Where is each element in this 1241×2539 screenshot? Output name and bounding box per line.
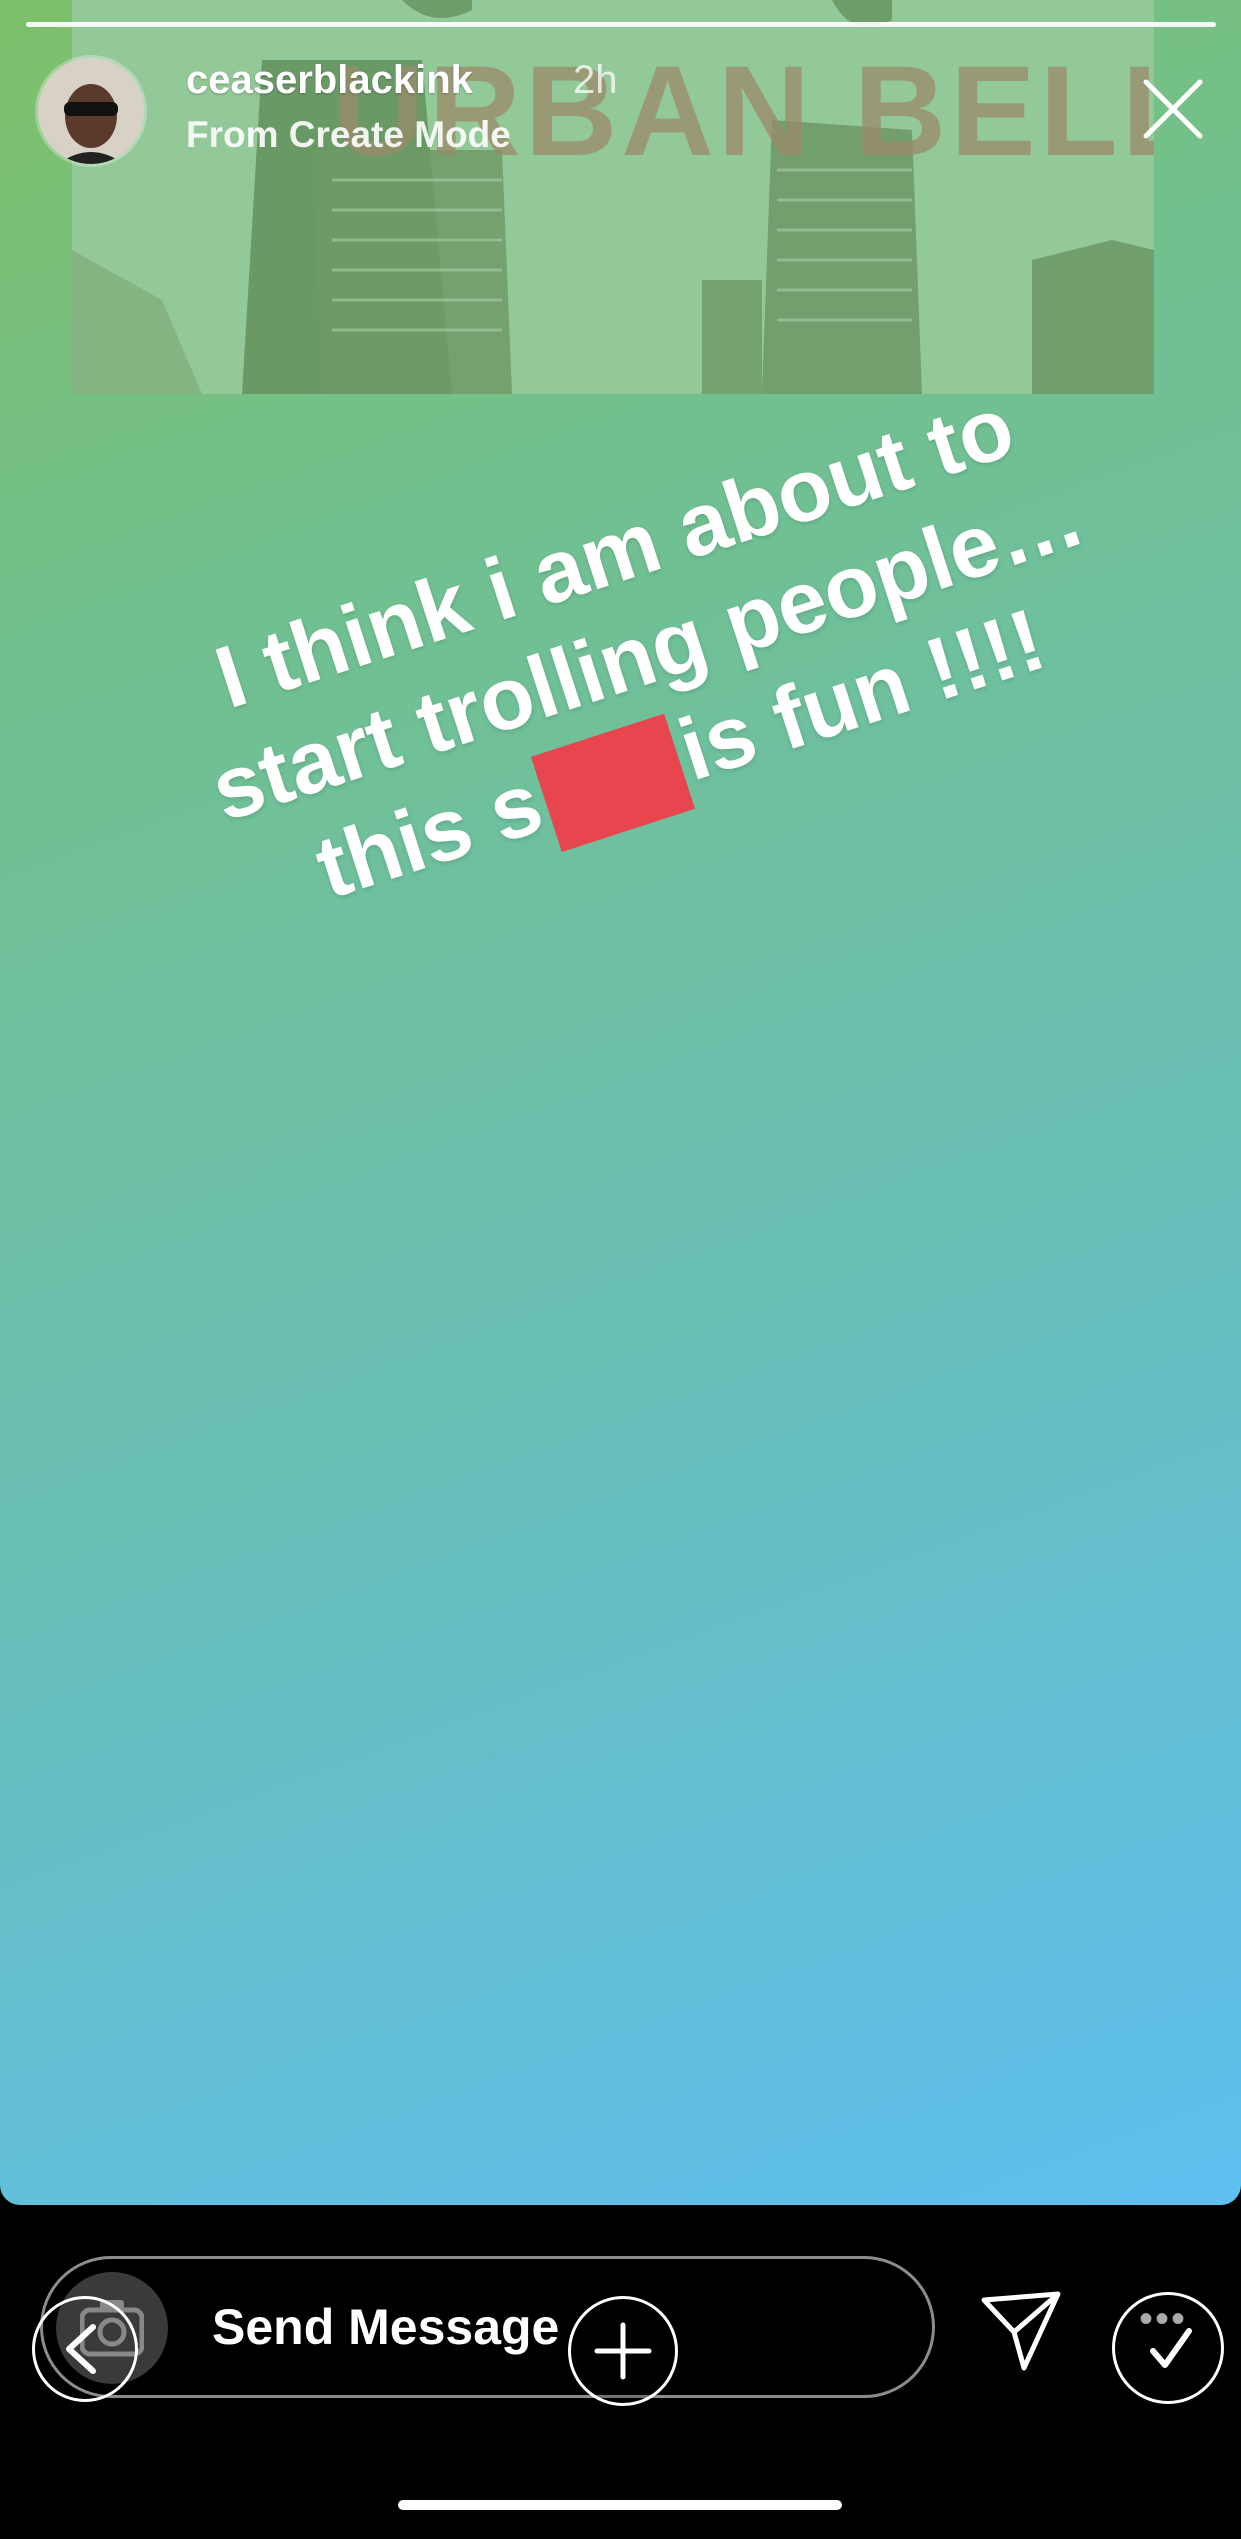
- avatar[interactable]: [38, 58, 144, 164]
- dots-icon: •••: [1139, 2297, 1188, 2341]
- add-icon: [594, 2322, 652, 2380]
- story-canvas[interactable]: URBAN BELLE ceaserblackink 2h From Creat…: [0, 0, 1241, 2205]
- profile-photo-icon: [38, 58, 144, 164]
- back-icon: [66, 2324, 96, 2374]
- close-button[interactable]: [1140, 76, 1206, 142]
- close-friends-check-button[interactable]: •••: [1112, 2292, 1224, 2404]
- add-button[interactable]: [568, 2296, 678, 2406]
- progress-segment: [26, 22, 1216, 27]
- back-button[interactable]: [32, 2296, 138, 2402]
- post-time: 2h: [573, 58, 618, 102]
- story-progress-bar: [26, 22, 1216, 27]
- story-subtitle[interactable]: From Create Mode: [186, 114, 511, 156]
- direct-share-icon: [981, 2291, 1061, 2371]
- home-indicator: [398, 2500, 842, 2510]
- send-message-placeholder[interactable]: Send Message: [212, 2298, 559, 2356]
- close-icon: [1143, 79, 1203, 139]
- direct-share-button[interactable]: [980, 2290, 1062, 2372]
- username[interactable]: ceaserblackink: [186, 58, 473, 103]
- story-caption: I think i am about to start trolling peo…: [80, 333, 1216, 976]
